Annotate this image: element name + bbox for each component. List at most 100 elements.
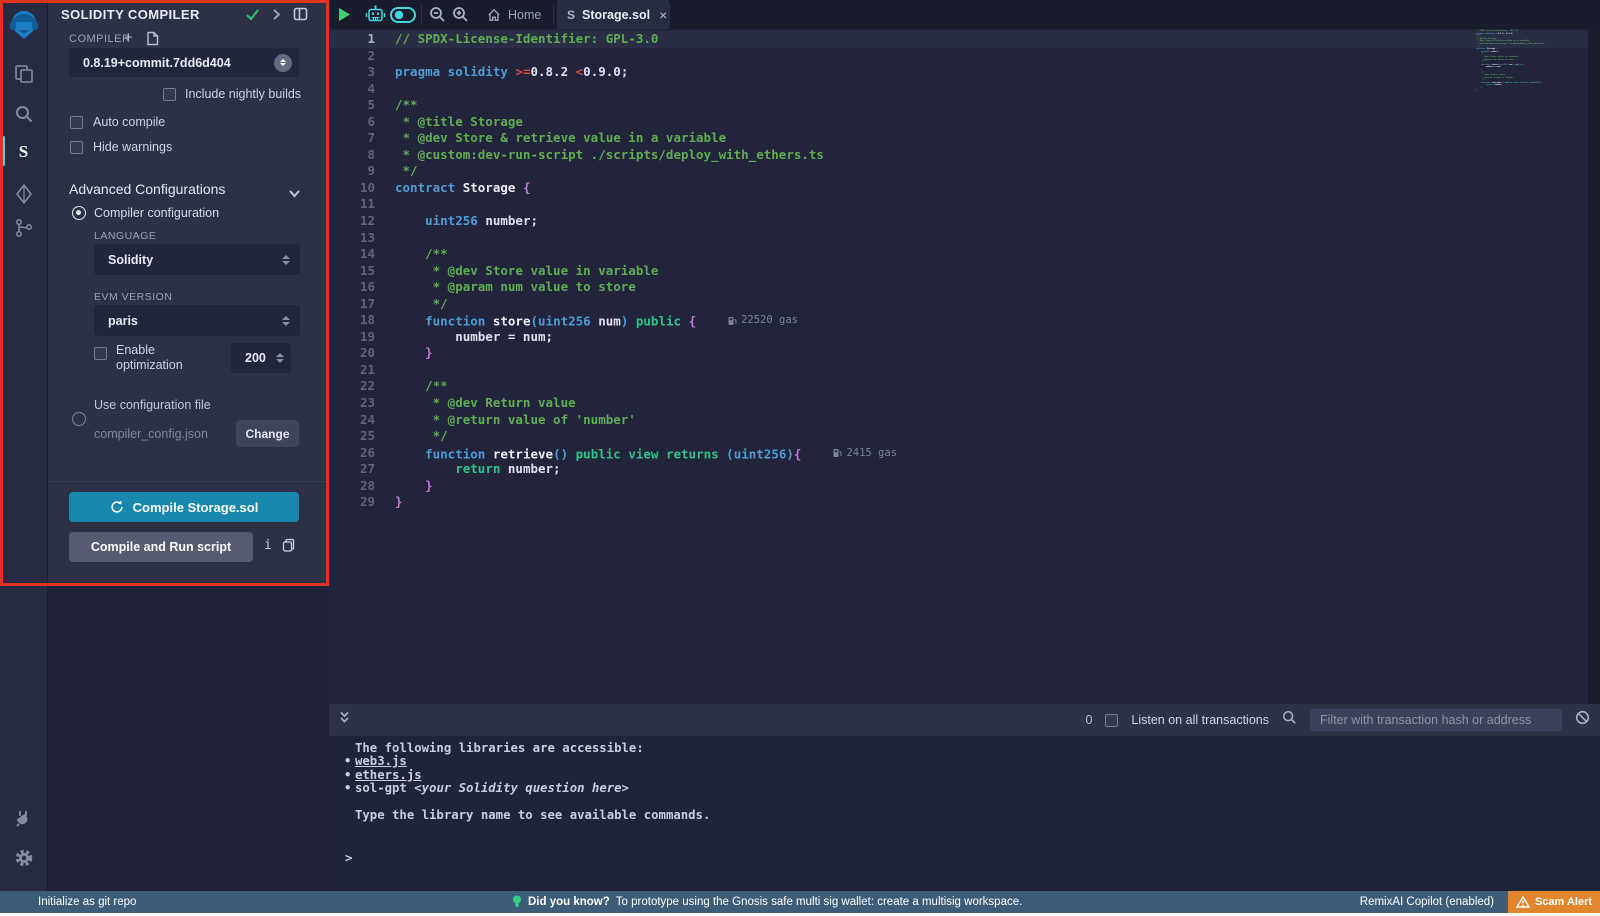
warning-triangle-icon <box>1516 896 1530 908</box>
terminal-lines: The following libraries are accessible:•… <box>329 742 1600 822</box>
use-config-file-radio[interactable] <box>72 412 86 426</box>
editor-scrollbar-gutter[interactable] <box>1588 29 1600 704</box>
code-line: 4 <box>329 81 897 98</box>
compile-button[interactable]: Compile Storage.sol <box>69 492 299 522</box>
compile-button-label: Compile Storage.sol <box>133 500 259 515</box>
terminal-prompt[interactable]: > <box>345 851 352 865</box>
git-init-status[interactable]: Initialize as git repo <box>38 896 136 908</box>
transaction-filter-input[interactable] <box>1310 709 1562 731</box>
code-line: 28 } <box>329 478 897 495</box>
tab-divider <box>553 4 554 25</box>
file-explorer-icon[interactable] <box>0 60 47 88</box>
stepper-arrows-icon[interactable] <box>276 353 284 363</box>
tab-home[interactable]: Home <box>487 0 541 29</box>
compile-success-check-icon <box>245 8 260 26</box>
language-select[interactable]: Solidity <box>94 244 300 275</box>
terminal-collapse-icon[interactable] <box>338 711 351 729</box>
did-you-know-tip: Did you know? To prototype using the Gno… <box>512 895 1022 909</box>
remix-logo-icon[interactable] <box>0 6 47 44</box>
copilot-toggle[interactable] <box>390 0 416 29</box>
config-filename[interactable]: compiler_config.json <box>94 427 208 441</box>
copy-icon[interactable] <box>282 538 295 557</box>
code-editor[interactable]: 1// SPDX-License-Identifier: GPL-3.023pr… <box>329 29 1600 704</box>
advanced-config-title[interactable]: Advanced Configurations <box>69 181 225 197</box>
plugin-manager-icon[interactable] <box>0 804 47 832</box>
zoom-out-icon[interactable] <box>429 0 446 29</box>
listen-transactions-checkbox[interactable] <box>1105 714 1118 727</box>
tab-storage-sol[interactable]: S Storage.sol × <box>557 0 669 29</box>
refresh-icon <box>110 500 124 514</box>
home-icon <box>487 8 501 22</box>
copilot-status[interactable]: RemixAI Copilot (enabled) <box>1360 896 1494 908</box>
compiler-config-radio[interactable] <box>72 206 86 220</box>
compiler-config-label: Compiler configuration <box>94 206 219 220</box>
optimization-runs-value: 200 <box>231 351 266 365</box>
compiler-version-select[interactable]: 0.8.19+commit.7dd6d404 <box>69 48 299 77</box>
run-script-play-icon[interactable] <box>337 0 351 29</box>
select-arrows-icon <box>282 316 290 326</box>
tab-label: Storage.sol <box>582 8 650 22</box>
code-line: 24 * @return value of 'number' <box>329 412 897 429</box>
settings-gear-icon[interactable] <box>0 844 47 872</box>
code-line: 2 <box>329 48 897 65</box>
solidity-file-icon: S <box>567 8 575 22</box>
icon-sidebar: S <box>0 0 47 891</box>
evm-version-value: paris <box>94 314 138 328</box>
panel-title: SOLIDITY COMPILER <box>61 7 200 22</box>
hide-warnings-label: Hide warnings <box>93 140 172 154</box>
include-nightly-checkbox[interactable] <box>163 88 176 101</box>
tab-close-icon[interactable]: × <box>659 7 667 23</box>
code-line: 21 <box>329 362 897 379</box>
zoom-in-icon[interactable] <box>452 0 469 29</box>
lightbulb-icon <box>512 895 522 909</box>
code-line: 5/** <box>329 97 897 114</box>
minimap-content: // SPDX-License-Identifier: GPL-3.0pragm… <box>1476 29 1588 92</box>
terminal-output[interactable]: The following libraries are accessible:•… <box>329 736 1600 891</box>
add-compiler-icon[interactable]: + <box>124 29 133 46</box>
code-line: 22 /** <box>329 378 897 395</box>
code-line: 13 <box>329 230 897 247</box>
code-line: 7 * @dev Store & retrieve value in a var… <box>329 130 897 147</box>
version-stepper-icon[interactable] <box>274 54 292 72</box>
evm-version-select[interactable]: paris <box>94 305 300 336</box>
solidity-compiler-icon[interactable]: S <box>0 138 47 166</box>
auto-compile-checkbox[interactable] <box>70 116 83 129</box>
code-line: 10contract Storage { <box>329 180 897 197</box>
compiler-section-label: COMPILER <box>69 33 130 45</box>
tab-divider <box>669 4 670 25</box>
terminal-search-icon[interactable] <box>1282 710 1297 730</box>
gas-estimate: 22520 gas <box>728 312 798 329</box>
info-icon[interactable]: i <box>264 538 272 553</box>
panel-divider <box>48 481 330 482</box>
chevron-down-icon[interactable] <box>288 185 301 203</box>
enable-optimization-checkbox[interactable] <box>94 347 107 360</box>
terminal-link[interactable]: web3.js <box>355 754 407 768</box>
transaction-count: 0 <box>1085 713 1092 727</box>
deploy-and-run-icon[interactable] <box>0 180 47 208</box>
terminal-line: The following libraries are accessible: <box>329 742 1600 755</box>
clear-terminal-icon[interactable] <box>1575 710 1590 730</box>
enable-optimization-label: Enable optimization <box>116 343 196 373</box>
change-config-button[interactable]: Change <box>236 420 299 447</box>
code-line: 18 function store(uint256 num) public {2… <box>329 312 897 329</box>
code-line: 14 /** <box>329 246 897 263</box>
terminal-link[interactable]: ethers.js <box>355 768 422 782</box>
code-line: 27 return number; <box>329 461 897 478</box>
chevron-right-icon[interactable] <box>272 8 281 26</box>
minimap[interactable]: // SPDX-License-Identifier: GPL-3.0pragm… <box>1476 29 1588 704</box>
active-plugin-indicator <box>2 136 5 166</box>
gas-estimate: 2415 gas <box>833 445 897 462</box>
use-config-file-label: Use configuration file <box>94 398 211 412</box>
code-line: 20 } <box>329 345 897 362</box>
optimization-runs-input[interactable]: 200 <box>231 343 291 373</box>
select-arrows-icon <box>282 255 290 265</box>
ai-copilot-robot-icon[interactable] <box>365 0 386 29</box>
compiler-version-value: 0.8.19+commit.7dd6d404 <box>69 56 231 70</box>
home-tab-label: Home <box>508 8 541 22</box>
git-icon[interactable] <box>0 214 47 242</box>
scam-alert-badge[interactable]: Scam Alert <box>1508 891 1600 913</box>
pin-panel-icon[interactable] <box>293 7 308 26</box>
compile-and-run-button[interactable]: Compile and Run script <box>69 532 253 562</box>
search-sidebar-icon[interactable] <box>0 100 47 128</box>
hide-warnings-checkbox[interactable] <box>70 141 83 154</box>
